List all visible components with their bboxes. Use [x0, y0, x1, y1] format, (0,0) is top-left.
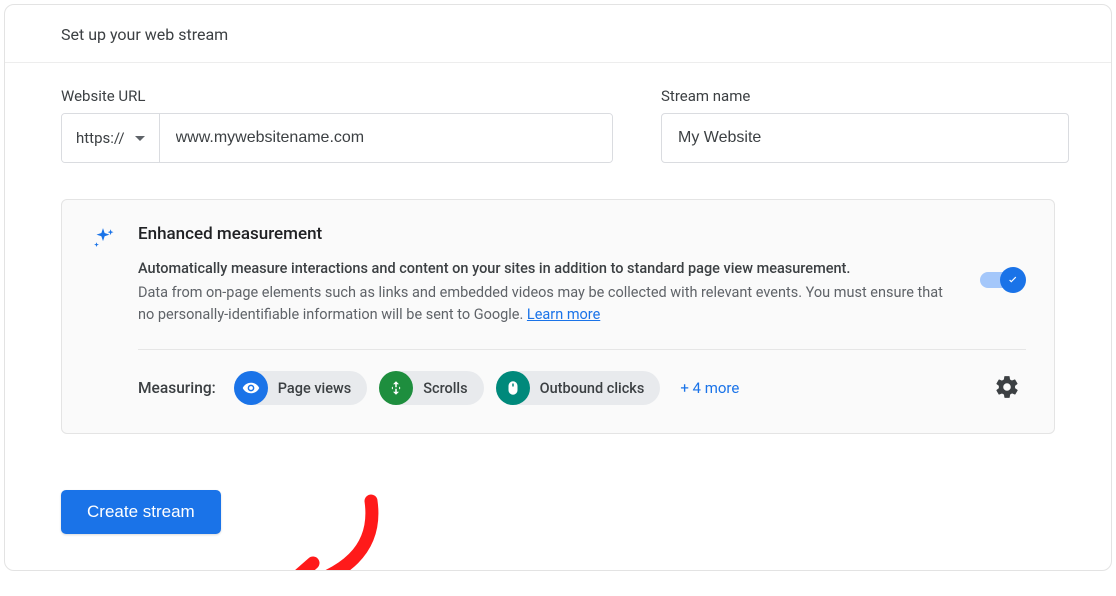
panel-desc-row: Automatically measure interactions and c… [138, 258, 1026, 327]
panel-sub-text: Data from on-page elements such as links… [138, 282, 952, 327]
more-chips-link[interactable]: + 4 more [680, 379, 739, 397]
create-stream-button[interactable]: Create stream [61, 490, 221, 534]
measuring-label: Measuring: [138, 379, 216, 397]
protocol-select[interactable]: https:// [62, 114, 160, 162]
url-input-group: https:// [61, 113, 613, 163]
chevron-down-icon [135, 136, 145, 141]
protocol-value: https:// [76, 129, 125, 147]
enhanced-measurement-panel: Enhanced measurement Automatically measu… [61, 199, 1055, 434]
chip-page-views: Page views [234, 371, 367, 405]
stream-setup-card: Set up your web stream Website URL https… [4, 4, 1112, 571]
chip-label: Outbound clicks [540, 380, 645, 397]
chip-outbound: Outbound clicks [496, 371, 661, 405]
url-label: Website URL [61, 87, 613, 105]
panel-title: Enhanced measurement [138, 224, 1026, 244]
card-title: Set up your web stream [5, 5, 1111, 63]
url-field: Website URL https:// [61, 87, 613, 163]
check-icon [1006, 273, 1020, 287]
card-body: Website URL https:// Stream name [5, 63, 1111, 570]
divider [138, 349, 1026, 350]
name-field: Stream name [661, 87, 1069, 163]
name-label: Stream name [661, 87, 1069, 105]
panel-bold-text: Automatically measure interactions and c… [138, 258, 952, 280]
scroll-icon [379, 371, 413, 405]
gear-icon [994, 374, 1020, 400]
stream-name-input[interactable] [661, 113, 1069, 163]
chip-label: Scrolls [423, 380, 467, 397]
chip-scrolls: Scrolls [379, 371, 483, 405]
learn-more-link[interactable]: Learn more [527, 306, 600, 323]
annotation-arrow [241, 491, 421, 571]
enhanced-toggle[interactable] [978, 266, 1026, 294]
eye-icon [234, 371, 268, 405]
measuring-row: Measuring: Page views Scrolls [138, 368, 1026, 409]
url-input[interactable] [160, 114, 612, 162]
toggle-thumb [1000, 267, 1026, 293]
sparkle-icon [90, 224, 116, 409]
settings-button[interactable] [988, 368, 1026, 409]
chip-label: Page views [278, 380, 351, 397]
form-row: Website URL https:// Stream name [61, 87, 1055, 163]
mouse-icon [496, 371, 530, 405]
panel-content: Enhanced measurement Automatically measu… [138, 224, 1026, 409]
panel-desc: Automatically measure interactions and c… [138, 258, 952, 327]
